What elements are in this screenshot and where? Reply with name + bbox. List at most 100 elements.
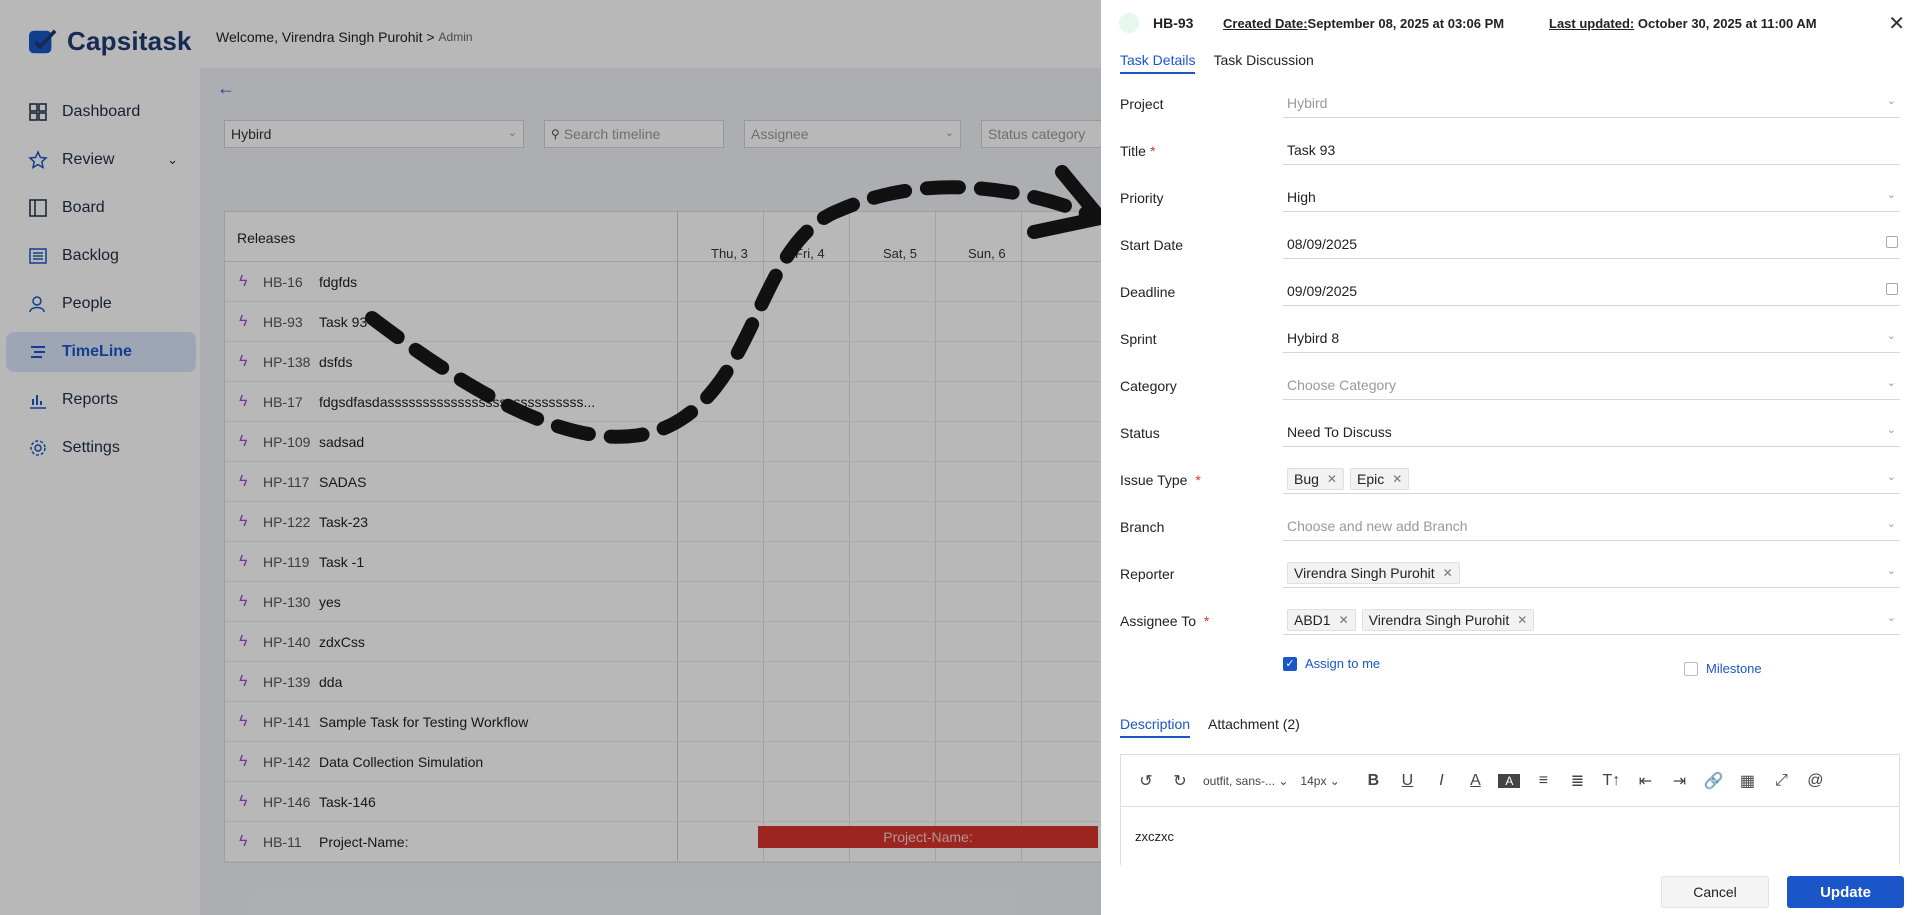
deadline-label: Deadline <box>1120 284 1176 300</box>
start-date-label: Start Date <box>1120 237 1184 253</box>
link-icon[interactable]: 🔗 <box>1702 771 1724 791</box>
created-label: Created Date: <box>1223 16 1308 31</box>
task-id: HB-93 <box>1153 15 1194 31</box>
chip-label: Virendra Singh Purohit <box>1294 564 1435 581</box>
title-label: Title * <box>1120 143 1155 159</box>
update-button[interactable]: Update <box>1787 876 1904 908</box>
title-label-text: Title <box>1120 143 1146 159</box>
status-label: Status <box>1120 425 1160 441</box>
editor-toolbar: ↺ ↻ outfit, sans-... ⌄ 14px ⌄ B U I A A … <box>1121 755 1899 807</box>
calendar-icon[interactable] <box>1886 283 1898 295</box>
remove-chip-icon[interactable]: ✕ <box>1517 613 1527 627</box>
ordered-list-icon[interactable]: ≣ <box>1566 771 1588 791</box>
assignee-chip: Virendra Singh Purohit ✕ <box>1361 608 1535 631</box>
category-select[interactable]: Choose Category ⌄ <box>1283 370 1900 400</box>
assignee-label-text: Assignee To <box>1120 613 1197 629</box>
category-label: Category <box>1120 378 1177 394</box>
reporter-row: Reporter Virendra Singh Purohit ✕ ⌄ <box>1120 552 1900 599</box>
title-input[interactable]: Task 93 <box>1283 135 1900 165</box>
chevron-down-icon: ⌄ <box>1886 565 1896 577</box>
redo-icon[interactable]: ↻ <box>1169 771 1191 791</box>
chevron-down-icon: ⌄ <box>1886 189 1896 201</box>
priority-label: Priority <box>1120 190 1164 206</box>
required-mark: * <box>1200 613 1210 629</box>
assignee-row: Assignee To * ABD1 ✕ Virendra Singh Puroh… <box>1120 599 1900 646</box>
undo-icon[interactable]: ↺ <box>1135 771 1157 791</box>
sprint-row: Sprint Hybird 8 ⌄ <box>1120 317 1900 364</box>
font-size-select[interactable]: 14px ⌄ <box>1300 774 1350 788</box>
font-family-select[interactable]: outfit, sans-... ⌄ <box>1203 774 1288 788</box>
task-form: Project Hybird ⌄ Title * Task 93 Priority … <box>1120 82 1900 646</box>
underline-icon[interactable]: U <box>1396 772 1418 790</box>
tag-icon <box>1119 13 1139 33</box>
deadline-input[interactable]: 09/09/2025 <box>1283 276 1900 306</box>
assignee-chip: ABD1 ✕ <box>1287 608 1356 631</box>
align-icon[interactable]: ≡ <box>1532 772 1554 790</box>
project-select[interactable]: Hybird ⌄ <box>1283 88 1900 118</box>
remove-chip-icon[interactable]: ✕ <box>1339 613 1349 627</box>
updated-label: Last updated: <box>1549 16 1635 31</box>
chip-label: Virendra Singh Purohit <box>1368 611 1510 628</box>
italic-icon[interactable]: I <box>1430 772 1452 790</box>
priority-row: Priority High ⌄ <box>1120 176 1900 223</box>
reporter-chip: Virendra Singh Purohit ✕ <box>1287 561 1460 584</box>
modal-overlay[interactable] <box>0 0 1101 915</box>
assign-to-me-label: Assign to me <box>1305 656 1381 671</box>
required-mark: * <box>1191 472 1201 488</box>
last-updated: Last updated: October 30, 2025 at 11:00 … <box>1549 16 1817 31</box>
priority-value: High <box>1287 188 1316 205</box>
indent-icon[interactable]: ⇥ <box>1668 771 1690 791</box>
remove-chip-icon[interactable]: ✕ <box>1392 472 1402 486</box>
assign-to-me-checkbox[interactable]: ✓ Assign to me <box>1283 656 1380 671</box>
status-value: Need To Discuss <box>1287 423 1392 440</box>
mention-icon[interactable]: @ <box>1804 772 1826 790</box>
chevron-down-icon: ⌄ <box>1886 612 1896 624</box>
editor-content[interactable]: zxczxc <box>1121 807 1899 866</box>
required-mark: * <box>1149 143 1156 159</box>
title-row: Title * Task 93 <box>1120 129 1900 176</box>
text-size-icon[interactable]: T↑ <box>1600 772 1622 790</box>
branch-select[interactable]: Choose and new add Branch ⌄ <box>1283 511 1900 541</box>
cancel-button[interactable]: Cancel <box>1661 876 1769 908</box>
outdent-icon[interactable]: ⇤ <box>1634 771 1656 791</box>
deadline-row: Deadline 09/09/2025 <box>1120 270 1900 317</box>
branch-row: Branch Choose and new add Branch ⌄ <box>1120 505 1900 552</box>
text-color-icon[interactable]: A <box>1464 772 1486 790</box>
deadline-value: 09/09/2025 <box>1287 282 1358 299</box>
checkmark-icon: ✓ <box>1283 656 1297 671</box>
status-select[interactable]: Need To Discuss ⌄ <box>1283 417 1900 447</box>
milestone-checkbox[interactable]: Milestone <box>1684 661 1762 676</box>
tab-description[interactable]: Description <box>1120 716 1191 738</box>
issue-type-row: Issue Type * Bug ✕ Epic ✕ ⌄ <box>1120 458 1900 505</box>
tab-task-details[interactable]: Task Details <box>1120 52 1196 74</box>
chip-label: Epic <box>1356 470 1385 487</box>
remove-chip-icon[interactable]: ✕ <box>1327 472 1337 486</box>
chevron-down-icon: ⌄ <box>1886 424 1896 436</box>
table-icon[interactable]: ▦ <box>1736 771 1758 791</box>
chevron-down-icon: ⌄ <box>1886 471 1896 483</box>
highlight-color-icon[interactable]: A <box>1498 773 1521 788</box>
chevron-down-icon: ⌄ <box>1886 518 1896 530</box>
chip-label: Bug <box>1294 470 1319 487</box>
issue-type-chip: Epic ✕ <box>1349 467 1410 490</box>
chevron-down-icon: ⌄ <box>1886 330 1896 342</box>
created-date: Created Date:September 08, 2025 at 03:06… <box>1223 16 1504 31</box>
assignee-label: Assignee To * <box>1120 613 1209 629</box>
calendar-icon[interactable] <box>1886 236 1898 248</box>
tab-task-discussion[interactable]: Task Discussion <box>1213 52 1313 74</box>
issue-type-select[interactable]: Bug ✕ Epic ✕ ⌄ <box>1283 464 1900 494</box>
close-icon[interactable]: ✕ <box>1888 11 1905 36</box>
reporter-select[interactable]: Virendra Singh Purohit ✕ ⌄ <box>1283 558 1900 588</box>
assignee-select[interactable]: ABD1 ✕ Virendra Singh Purohit ✕ ⌄ <box>1283 605 1900 635</box>
remove-chip-icon[interactable]: ✕ <box>1443 566 1453 580</box>
title-value: Task 93 <box>1287 141 1336 158</box>
created-value: September 08, 2025 at 03:06 PM <box>1307 16 1505 31</box>
priority-select[interactable]: High ⌄ <box>1283 182 1900 212</box>
start-date-input[interactable]: 08/09/2025 <box>1283 229 1900 259</box>
sprint-select[interactable]: Hybird 8 ⌄ <box>1283 323 1900 353</box>
tab-attachment[interactable]: Attachment (2) <box>1208 716 1300 738</box>
bold-icon[interactable]: B <box>1362 772 1384 790</box>
fullscreen-icon[interactable]: ⤢ <box>1770 772 1792 790</box>
status-row: Status Need To Discuss ⌄ <box>1120 411 1900 458</box>
branch-label: Branch <box>1120 519 1165 535</box>
